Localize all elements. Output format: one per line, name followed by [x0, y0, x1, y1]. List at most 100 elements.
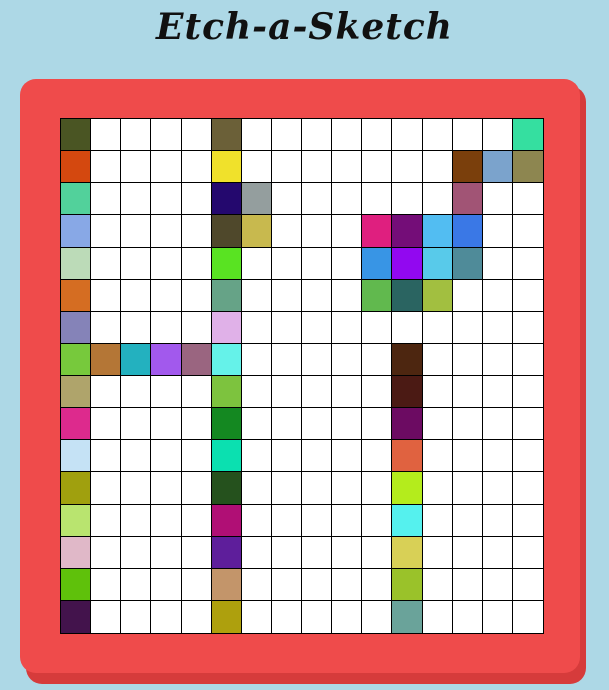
grid-cell[interactable]	[332, 600, 363, 633]
grid-cell[interactable]	[181, 376, 212, 409]
grid-cell[interactable]	[91, 568, 122, 601]
grid-cell[interactable]	[151, 247, 182, 280]
grid-cell[interactable]	[302, 183, 333, 216]
grid-cell[interactable]	[452, 600, 483, 633]
grid-cell[interactable]	[422, 215, 453, 248]
grid-cell[interactable]	[151, 119, 182, 152]
grid-cell[interactable]	[362, 151, 393, 184]
grid-cell[interactable]	[241, 119, 272, 152]
grid-cell[interactable]	[482, 600, 513, 633]
grid-cell[interactable]	[271, 600, 302, 633]
grid-cell[interactable]	[271, 568, 302, 601]
grid-cell[interactable]	[91, 504, 122, 537]
grid-cell[interactable]	[452, 472, 483, 505]
grid-cell[interactable]	[91, 215, 122, 248]
grid-cell[interactable]	[482, 119, 513, 152]
grid-cell[interactable]	[482, 408, 513, 441]
grid-cell[interactable]	[151, 472, 182, 505]
grid-cell[interactable]	[241, 472, 272, 505]
grid-cell[interactable]	[241, 600, 272, 633]
grid-cell[interactable]	[332, 151, 363, 184]
grid-cell[interactable]	[512, 472, 543, 505]
grid-cell[interactable]	[121, 311, 152, 344]
grid-cell[interactable]	[271, 536, 302, 569]
grid-cell[interactable]	[392, 215, 423, 248]
grid-cell[interactable]	[422, 568, 453, 601]
grid-cell[interactable]	[512, 376, 543, 409]
grid-cell[interactable]	[482, 279, 513, 312]
grid-cell[interactable]	[151, 376, 182, 409]
grid-cell[interactable]	[302, 279, 333, 312]
grid-cell[interactable]	[241, 408, 272, 441]
grid-cell[interactable]	[422, 311, 453, 344]
grid-cell[interactable]	[362, 472, 393, 505]
grid-cell[interactable]	[151, 343, 182, 376]
grid-cell[interactable]	[392, 119, 423, 152]
grid-cell[interactable]	[181, 408, 212, 441]
grid-cell[interactable]	[241, 536, 272, 569]
grid-cell[interactable]	[91, 279, 122, 312]
grid-cell[interactable]	[181, 536, 212, 569]
grid-cell[interactable]	[362, 183, 393, 216]
grid-cell[interactable]	[271, 119, 302, 152]
grid-cell[interactable]	[512, 151, 543, 184]
grid-cell[interactable]	[392, 536, 423, 569]
grid-cell[interactable]	[452, 440, 483, 473]
grid-cell[interactable]	[302, 600, 333, 633]
grid-cell[interactable]	[512, 279, 543, 312]
grid-cell[interactable]	[61, 600, 92, 633]
grid-cell[interactable]	[181, 600, 212, 633]
grid-cell[interactable]	[271, 247, 302, 280]
grid-cell[interactable]	[211, 151, 242, 184]
grid-cell[interactable]	[91, 247, 122, 280]
grid-cell[interactable]	[121, 408, 152, 441]
grid-cell[interactable]	[332, 311, 363, 344]
grid-cell[interactable]	[91, 151, 122, 184]
grid-cell[interactable]	[302, 472, 333, 505]
grid-cell[interactable]	[452, 536, 483, 569]
grid-cell[interactable]	[211, 376, 242, 409]
grid-cell[interactable]	[422, 119, 453, 152]
grid-cell[interactable]	[181, 215, 212, 248]
grid-cell[interactable]	[91, 600, 122, 633]
grid-cell[interactable]	[362, 440, 393, 473]
grid-cell[interactable]	[211, 440, 242, 473]
grid-cell[interactable]	[332, 472, 363, 505]
grid-cell[interactable]	[482, 504, 513, 537]
grid-cell[interactable]	[302, 440, 333, 473]
grid-cell[interactable]	[302, 568, 333, 601]
grid-cell[interactable]	[422, 600, 453, 633]
grid-cell[interactable]	[422, 183, 453, 216]
grid-cell[interactable]	[302, 119, 333, 152]
grid-cell[interactable]	[512, 408, 543, 441]
grid-cell[interactable]	[512, 440, 543, 473]
grid-cell[interactable]	[61, 472, 92, 505]
grid-cell[interactable]	[121, 472, 152, 505]
grid-cell[interactable]	[302, 247, 333, 280]
grid-cell[interactable]	[332, 568, 363, 601]
grid-cell[interactable]	[512, 247, 543, 280]
grid-cell[interactable]	[211, 568, 242, 601]
grid-cell[interactable]	[211, 343, 242, 376]
grid-cell[interactable]	[332, 247, 363, 280]
grid-cell[interactable]	[392, 504, 423, 537]
grid-cell[interactable]	[271, 343, 302, 376]
grid-cell[interactable]	[121, 279, 152, 312]
grid-cell[interactable]	[392, 376, 423, 409]
grid-cell[interactable]	[302, 311, 333, 344]
grid-cell[interactable]	[151, 568, 182, 601]
grid-cell[interactable]	[422, 343, 453, 376]
grid-cell[interactable]	[61, 183, 92, 216]
grid-cell[interactable]	[91, 440, 122, 473]
grid-cell[interactable]	[392, 343, 423, 376]
grid-cell[interactable]	[151, 311, 182, 344]
grid-cell[interactable]	[151, 183, 182, 216]
grid-cell[interactable]	[181, 568, 212, 601]
grid-cell[interactable]	[241, 343, 272, 376]
grid-cell[interactable]	[452, 151, 483, 184]
grid-cell[interactable]	[181, 119, 212, 152]
grid-cell[interactable]	[302, 536, 333, 569]
grid-cell[interactable]	[151, 600, 182, 633]
grid-cell[interactable]	[512, 311, 543, 344]
grid-cell[interactable]	[332, 408, 363, 441]
